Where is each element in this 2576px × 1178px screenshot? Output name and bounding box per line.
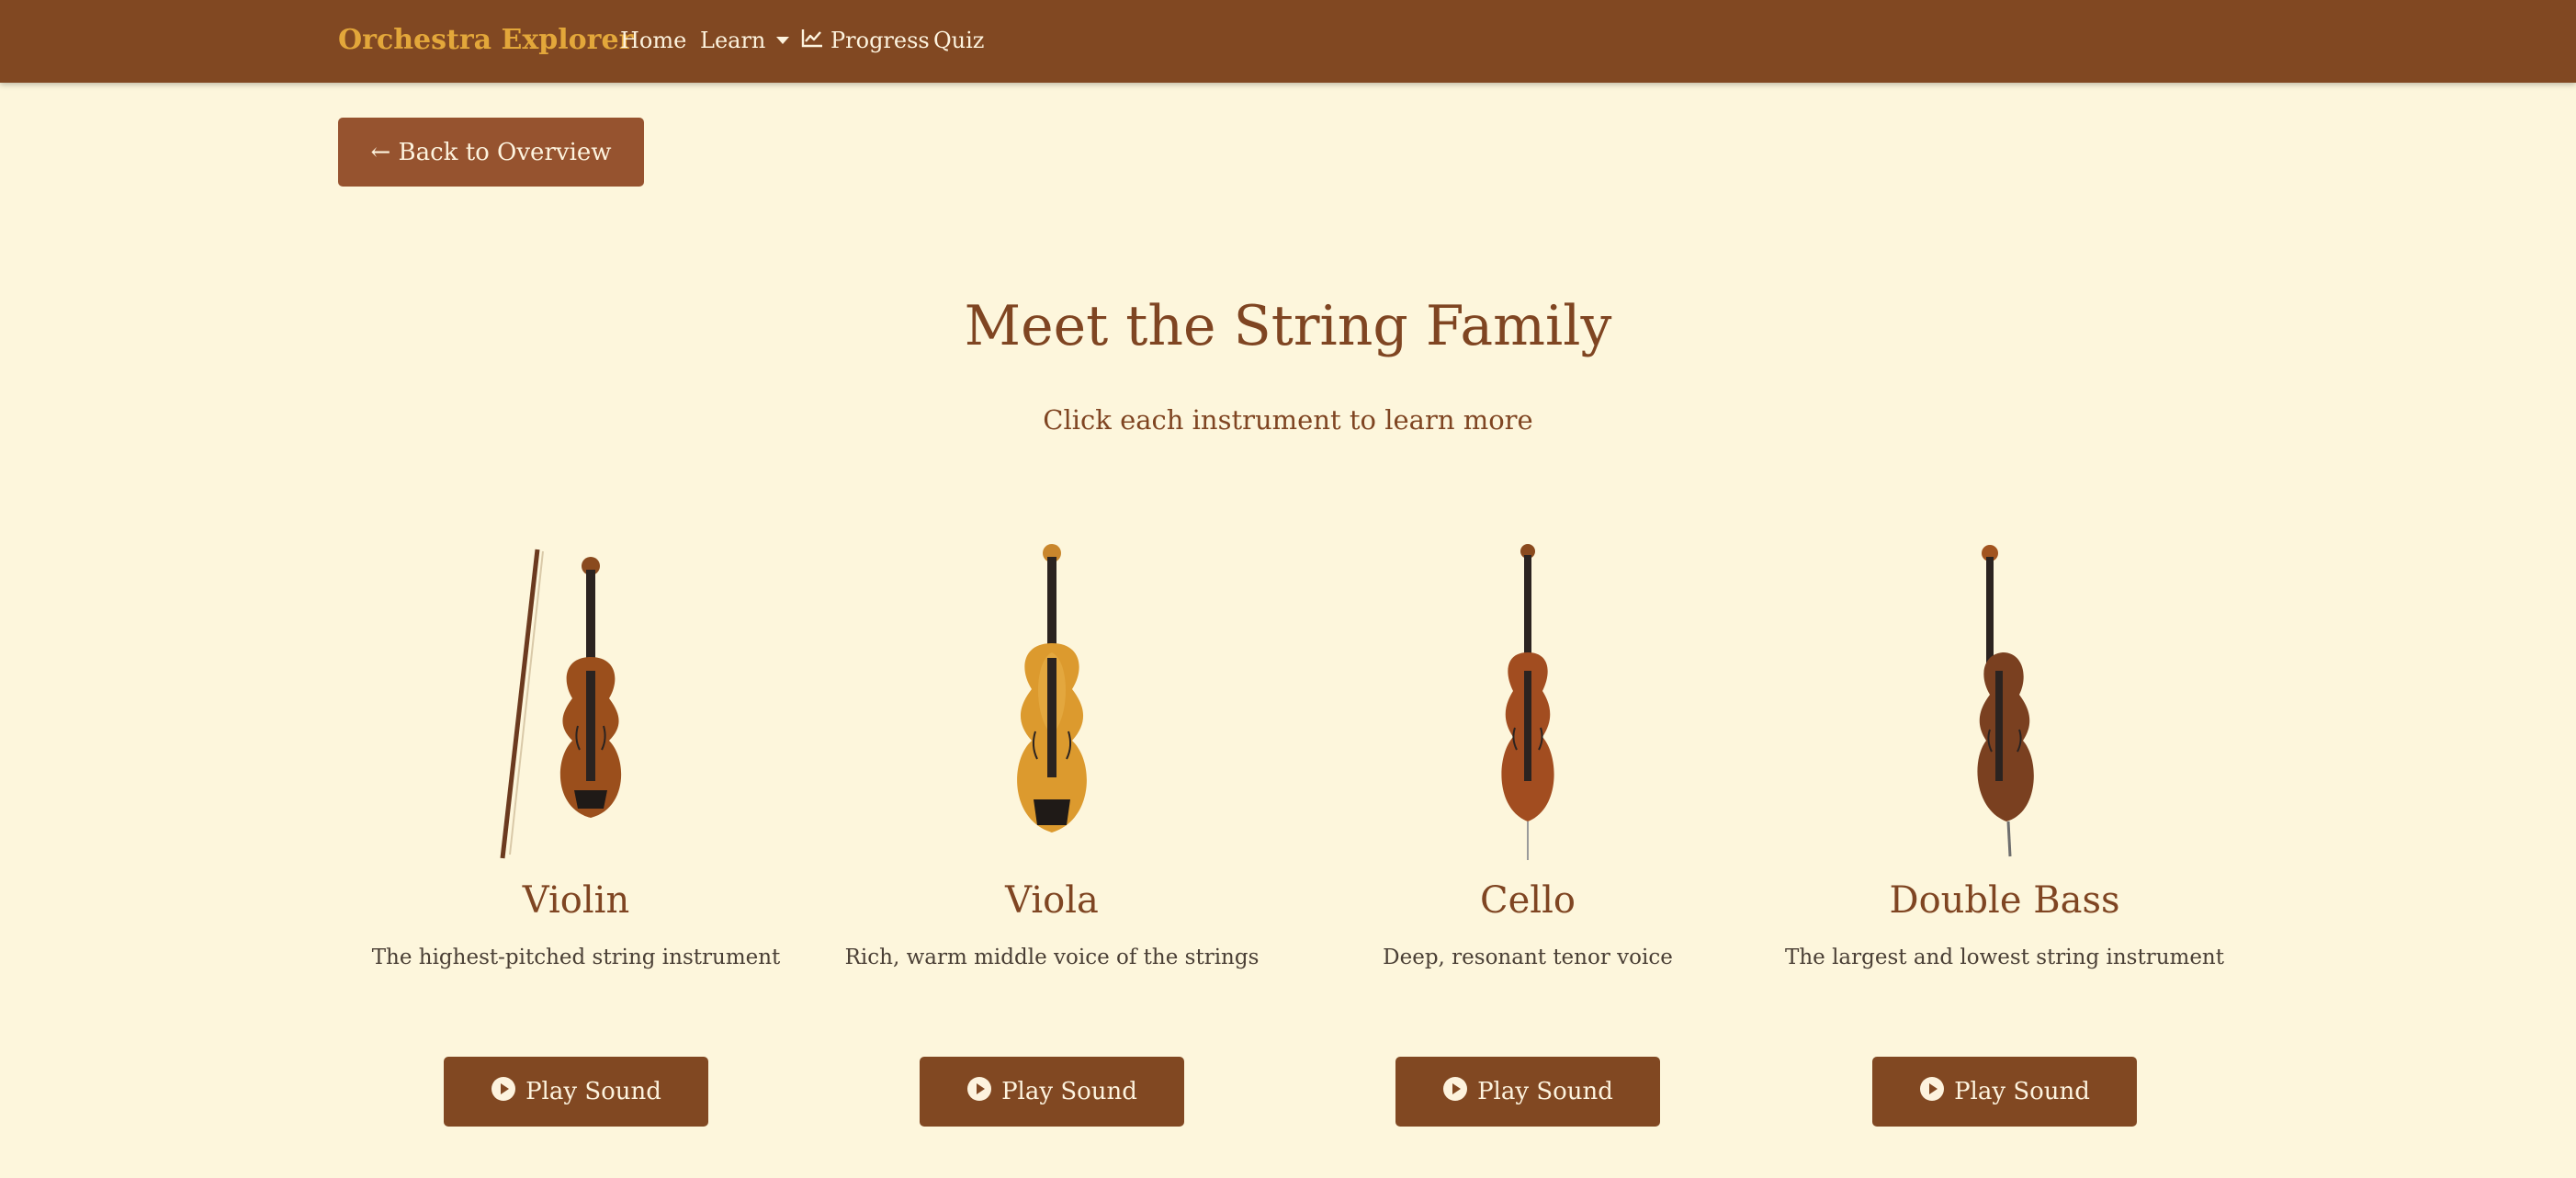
play-sound-label: Play Sound: [1001, 1078, 1137, 1105]
instrument-description: The largest and lowest string instrument: [1785, 946, 2224, 969]
play-sound-button[interactable]: Play Sound: [1395, 1057, 1660, 1127]
instrument-name: Violin: [522, 879, 630, 922]
play-sound-button[interactable]: Play Sound: [920, 1057, 1184, 1127]
page-subtitle: Click each instrument to learn more: [1043, 404, 1533, 436]
cello-image: [1418, 533, 1638, 864]
chart-line-icon: [801, 20, 823, 61]
page-title: Meet the String Family: [964, 294, 1612, 358]
play-sound-label: Play Sound: [525, 1078, 661, 1105]
play-circle-icon: [1442, 1076, 1468, 1108]
instrument-card-double-bass[interactable]: Double Bass The largest and lowest strin…: [1775, 524, 2234, 1149]
back-to-overview-button[interactable]: ← Back to Overview: [338, 118, 644, 187]
brand-logo[interactable]: Orchestra Explorer: [338, 20, 633, 61]
nav-progress-label: Progress: [830, 28, 930, 53]
nav-home[interactable]: Home: [620, 20, 686, 61]
nav-progress[interactable]: Progress: [801, 20, 930, 61]
instrument-description: Deep, resonant tenor voice: [1383, 946, 1673, 969]
play-sound-button[interactable]: Play Sound: [1872, 1057, 2137, 1127]
caret-down-icon: [776, 37, 790, 44]
play-circle-icon: [491, 1076, 516, 1108]
instrument-card-cello[interactable]: Cello Deep, resonant tenor voice Play So…: [1298, 524, 1757, 1149]
navbar: Orchestra Explorer Home Learn Progress Q…: [0, 0, 2576, 83]
instrument-card-viola[interactable]: Viola Rich, warm middle voice of the str…: [822, 524, 1282, 1149]
violin-image: [466, 533, 686, 864]
nav-learn-dropdown[interactable]: Learn: [700, 20, 790, 61]
play-sound-label: Play Sound: [1954, 1078, 2090, 1105]
instrument-name: Double Bass: [1889, 879, 2120, 922]
nav-learn-label: Learn: [700, 28, 766, 53]
instrument-name: Cello: [1480, 879, 1576, 922]
instrument-name: Viola: [1005, 879, 1099, 922]
instrument-card-violin[interactable]: Violin The highest-pitched string instru…: [346, 524, 806, 1149]
instrument-description: The highest-pitched string instrument: [371, 946, 781, 969]
nav-quiz[interactable]: Quiz: [933, 20, 984, 61]
viola-image: [942, 533, 1162, 864]
double-bass-image: [1894, 533, 2115, 864]
play-circle-icon: [966, 1076, 992, 1108]
instrument-description: Rich, warm middle voice of the strings: [844, 946, 1260, 969]
play-sound-button[interactable]: Play Sound: [444, 1057, 708, 1127]
play-circle-icon: [1919, 1076, 1945, 1108]
play-sound-label: Play Sound: [1477, 1078, 1613, 1105]
